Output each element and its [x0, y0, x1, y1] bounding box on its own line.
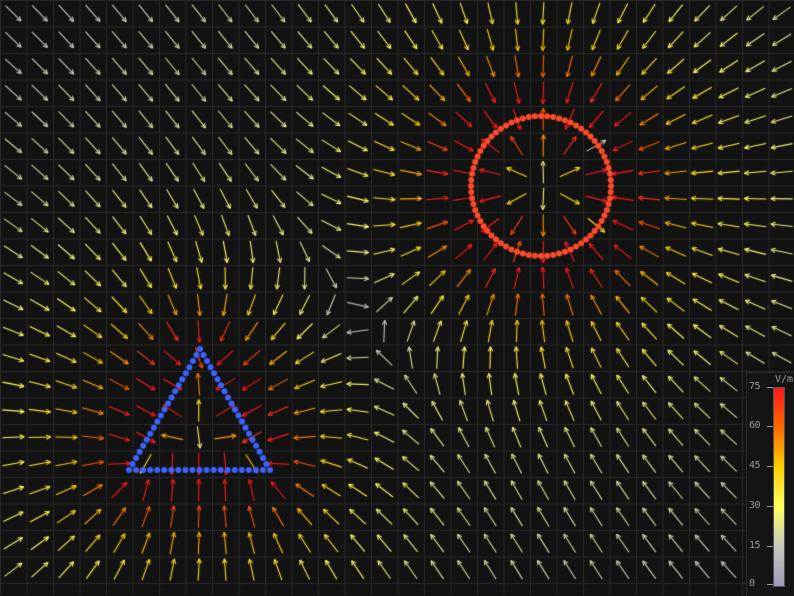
colorbar-tick: 75 — [749, 381, 774, 392]
colorbar-tick: 30 — [749, 500, 774, 511]
colorbar-gradient — [773, 387, 785, 587]
vector-field-canvas — [0, 0, 794, 595]
colorbar-unit-label: V/m — [775, 374, 794, 385]
colorbar-tick: 0 — [749, 578, 772, 589]
colorbar-tick: 15 — [749, 540, 774, 551]
colorbar-tick: 60 — [749, 420, 774, 431]
colorbar-legend: V/m 75 60 45 30 15 0 — [746, 372, 794, 596]
colorbar-tick: 45 — [749, 460, 774, 471]
